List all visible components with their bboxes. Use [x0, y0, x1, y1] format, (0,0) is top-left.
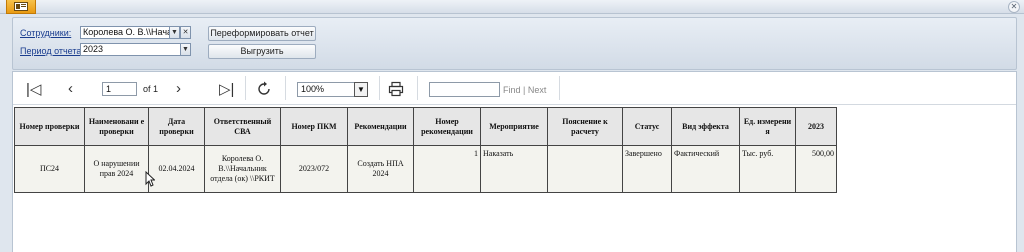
- header-cell: Рекомендации: [347, 107, 414, 146]
- next-link[interactable]: Next: [528, 85, 547, 95]
- close-icon[interactable]: ✕: [1008, 1, 1020, 13]
- clear-employee-icon[interactable]: ✕: [180, 26, 191, 39]
- table-cell: Завершено: [622, 145, 672, 193]
- header-cell: Наименовани е проверки: [84, 107, 149, 146]
- zoom-select[interactable]: 100%: [297, 82, 361, 97]
- header-cell: Вид эффекта: [671, 107, 740, 146]
- employee-label[interactable]: Сотрудники:: [20, 28, 71, 38]
- table-cell: 02.04.2024: [148, 145, 205, 193]
- table-cell: 2023/072: [280, 145, 348, 193]
- report-toolbar: |◁ ‹ 1 of 1 › ▷| 100% ▼ Find | Next: [13, 72, 1016, 105]
- toolbar-separator: [559, 76, 560, 100]
- header-cell: Пояснение к расчету: [547, 107, 623, 146]
- report-table: Номер проверки Наименовани е проверки Да…: [14, 107, 837, 193]
- toolbar-separator: [379, 76, 380, 100]
- mouse-cursor-icon: [145, 171, 155, 187]
- table-row: ПС24 О нарушении прав 2024 02.04.2024 Ко…: [14, 145, 837, 193]
- period-dropdown-icon[interactable]: ▼: [180, 43, 191, 56]
- employee-field[interactable]: Королева О. В.\\Начальн: [80, 26, 170, 39]
- toolbar-separator: [245, 76, 246, 100]
- find-separator: |: [523, 85, 526, 95]
- table-cell: Создать НПА 2024: [347, 145, 414, 193]
- title-bar: ✕: [0, 0, 1024, 14]
- table-cell: Наказать: [480, 145, 548, 193]
- report-viewer: |◁ ‹ 1 of 1 › ▷| 100% ▼ Find | Next Номе…: [12, 71, 1017, 252]
- find-link[interactable]: Find: [503, 85, 521, 95]
- period-label[interactable]: Период отчета:: [20, 46, 84, 56]
- parameters-panel: Сотрудники: Королева О. В.\\Начальн ▼ ✕ …: [12, 17, 1017, 70]
- print-icon[interactable]: [388, 81, 404, 97]
- table-cell: 500,00: [795, 145, 837, 193]
- page-count: of 1: [143, 84, 159, 94]
- first-page-icon[interactable]: |◁: [26, 82, 41, 97]
- zoom-dropdown-icon[interactable]: ▼: [354, 82, 368, 97]
- next-page-icon[interactable]: ›: [176, 81, 181, 96]
- table-cell: ПС24: [14, 145, 85, 193]
- header-cell: Статус: [622, 107, 672, 146]
- refresh-icon[interactable]: [256, 81, 272, 97]
- app-menu-button[interactable]: [6, 0, 36, 14]
- export-button[interactable]: Выгрузить: [208, 44, 316, 59]
- toolbar-separator: [285, 76, 286, 100]
- find-links: Find | Next: [503, 85, 546, 95]
- header-cell: Номер ПКМ: [280, 107, 348, 146]
- table-cell: Фактический: [671, 145, 740, 193]
- toolbar-separator: [417, 76, 418, 100]
- previous-page-icon[interactable]: ‹: [68, 81, 73, 96]
- header-cell: Мероприятие: [480, 107, 548, 146]
- header-cell: Номер проверки: [14, 107, 85, 146]
- last-page-icon[interactable]: ▷|: [219, 82, 234, 97]
- reformat-report-button[interactable]: Переформировать отчет: [208, 26, 316, 41]
- header-cell: Дата проверки: [148, 107, 205, 146]
- table-cell: 1: [413, 145, 481, 193]
- header-cell: 2023: [795, 107, 837, 146]
- table-cell: Королева О. В.\\Начальник отдела (ок) \\…: [204, 145, 281, 193]
- find-input[interactable]: [429, 82, 500, 97]
- header-cell: Ответственный СВА: [204, 107, 281, 146]
- table-cell: Тыс. руб.: [739, 145, 796, 193]
- period-field[interactable]: 2023: [80, 43, 181, 56]
- app-menu-icon: [14, 2, 28, 11]
- table-header-row: Номер проверки Наименовани е проверки Да…: [14, 107, 837, 146]
- table-cell: [547, 145, 623, 193]
- page-number-input[interactable]: 1: [102, 82, 137, 96]
- employee-dropdown-icon[interactable]: ▼: [169, 26, 180, 39]
- header-cell: Ед. измерени я: [739, 107, 796, 146]
- header-cell: Номер рекомендации: [413, 107, 481, 146]
- table-cell: О нарушении прав 2024: [84, 145, 149, 193]
